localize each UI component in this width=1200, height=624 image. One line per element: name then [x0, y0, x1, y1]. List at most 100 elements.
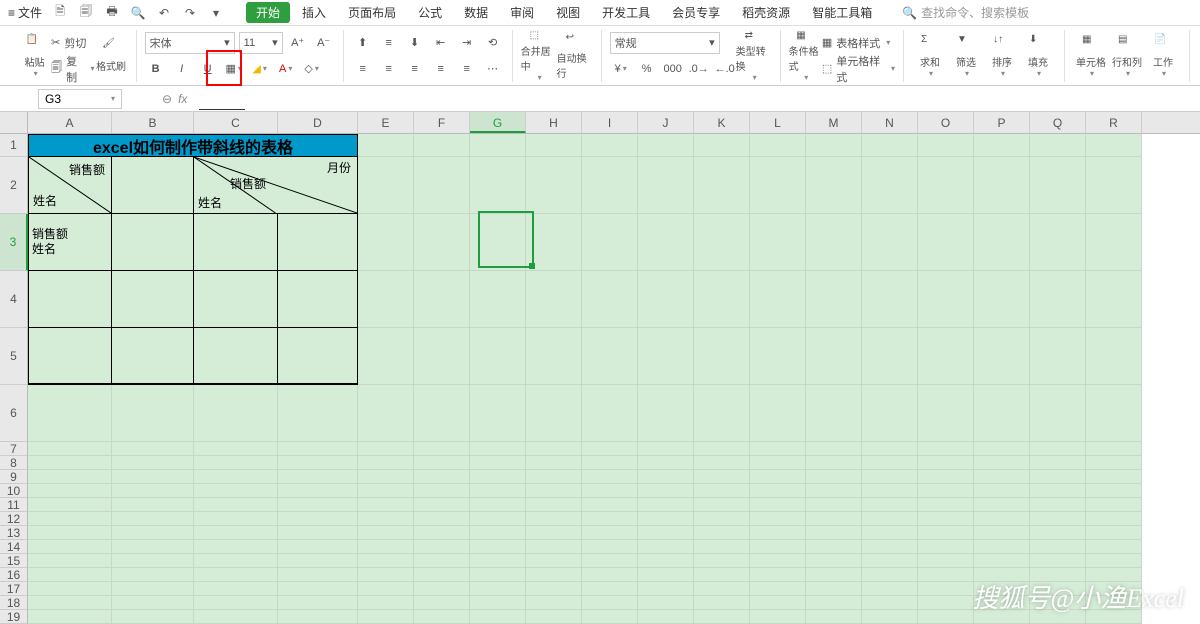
- cell-G11[interactable]: [470, 498, 526, 512]
- rowcol-button[interactable]: ▤行和列: [1109, 32, 1145, 80]
- align-more-icon[interactable]: ⋯: [482, 58, 504, 80]
- cell-J8[interactable]: [638, 456, 694, 470]
- cell-K1[interactable]: [694, 134, 750, 157]
- cell-G17[interactable]: [470, 582, 526, 596]
- cell-E5[interactable]: [358, 328, 414, 385]
- cell-A15[interactable]: [28, 554, 112, 568]
- row-header-8[interactable]: 8: [0, 456, 28, 470]
- cell-R12[interactable]: [1086, 512, 1142, 526]
- cell-C18[interactable]: [194, 596, 278, 610]
- cell-K17[interactable]: [694, 582, 750, 596]
- cell-J18[interactable]: [638, 596, 694, 610]
- cell-P8[interactable]: [974, 456, 1030, 470]
- cell-F19[interactable]: [414, 610, 470, 624]
- fill-button[interactable]: ⬇填充: [1020, 32, 1056, 80]
- cell-P1[interactable]: [974, 134, 1030, 157]
- cell-H6[interactable]: [526, 385, 582, 442]
- cell-H4[interactable]: [526, 271, 582, 328]
- cell-N9[interactable]: [862, 470, 918, 484]
- cell-P9[interactable]: [974, 470, 1030, 484]
- tab-insert[interactable]: 插入: [292, 2, 336, 23]
- cell-B11[interactable]: [112, 498, 194, 512]
- comma-icon[interactable]: 000: [662, 58, 684, 80]
- cell-A11[interactable]: [28, 498, 112, 512]
- col-header-G[interactable]: G: [470, 112, 526, 133]
- row-header-9[interactable]: 9: [0, 470, 28, 484]
- cell-G14[interactable]: [470, 540, 526, 554]
- cell-F3[interactable]: [414, 214, 470, 271]
- cell-K11[interactable]: [694, 498, 750, 512]
- file-menu[interactable]: ≡文件: [8, 4, 42, 21]
- cell-J10[interactable]: [638, 484, 694, 498]
- cell-K16[interactable]: [694, 568, 750, 582]
- cell-B17[interactable]: [112, 582, 194, 596]
- cell-M17[interactable]: [806, 582, 862, 596]
- cell-Q15[interactable]: [1030, 554, 1086, 568]
- dec-decimal-icon[interactable]: ←.0: [714, 58, 736, 80]
- cell-L17[interactable]: [750, 582, 806, 596]
- cell-C16[interactable]: [194, 568, 278, 582]
- cell-Q4[interactable]: [1030, 271, 1086, 328]
- indent-dec-icon[interactable]: ⇤: [430, 32, 452, 54]
- cell-C7[interactable]: [194, 442, 278, 456]
- cell-K2[interactable]: [694, 157, 750, 214]
- cell-K8[interactable]: [694, 456, 750, 470]
- cell-E1[interactable]: [358, 134, 414, 157]
- cell-E2[interactable]: [358, 157, 414, 214]
- sum-button[interactable]: Σ求和: [912, 32, 948, 80]
- cell-I6[interactable]: [582, 385, 638, 442]
- cell-G13[interactable]: [470, 526, 526, 540]
- cell-C11[interactable]: [194, 498, 278, 512]
- cell-H3[interactable]: [526, 214, 582, 271]
- cell-I2[interactable]: [582, 157, 638, 214]
- cell-N2[interactable]: [862, 157, 918, 214]
- orient-icon[interactable]: ⟲: [482, 32, 504, 54]
- cell-E11[interactable]: [358, 498, 414, 512]
- cell-E17[interactable]: [358, 582, 414, 596]
- cell-F12[interactable]: [414, 512, 470, 526]
- cell-I18[interactable]: [582, 596, 638, 610]
- cell-K3[interactable]: [694, 214, 750, 271]
- cell-C6[interactable]: [194, 385, 278, 442]
- cell-F8[interactable]: [414, 456, 470, 470]
- cell-I13[interactable]: [582, 526, 638, 540]
- cell-H1[interactable]: [526, 134, 582, 157]
- col-header-A[interactable]: A: [28, 112, 112, 133]
- cell-R13[interactable]: [1086, 526, 1142, 540]
- cell-G8[interactable]: [470, 456, 526, 470]
- cell-N11[interactable]: [862, 498, 918, 512]
- cell-I9[interactable]: [582, 470, 638, 484]
- cell-N12[interactable]: [862, 512, 918, 526]
- cell-E10[interactable]: [358, 484, 414, 498]
- cell-O8[interactable]: [918, 456, 974, 470]
- cell-E12[interactable]: [358, 512, 414, 526]
- cell-H18[interactable]: [526, 596, 582, 610]
- cell-N17[interactable]: [862, 582, 918, 596]
- cell-G18[interactable]: [470, 596, 526, 610]
- cell-L4[interactable]: [750, 271, 806, 328]
- cell-F11[interactable]: [414, 498, 470, 512]
- cell-M3[interactable]: [806, 214, 862, 271]
- cell-L3[interactable]: [750, 214, 806, 271]
- cell-H2[interactable]: [526, 157, 582, 214]
- cell-B4[interactable]: [112, 271, 194, 328]
- cell-A9[interactable]: [28, 470, 112, 484]
- cell-Q5[interactable]: [1030, 328, 1086, 385]
- cell-I12[interactable]: [582, 512, 638, 526]
- cell-F1[interactable]: [414, 134, 470, 157]
- cell-I8[interactable]: [582, 456, 638, 470]
- cell-L16[interactable]: [750, 568, 806, 582]
- cell-P2[interactable]: [974, 157, 1030, 214]
- cell-I16[interactable]: [582, 568, 638, 582]
- row-header-5[interactable]: 5: [0, 328, 28, 385]
- tab-view[interactable]: 视图: [546, 2, 590, 23]
- align-bottom-icon[interactable]: ⬇: [404, 32, 426, 54]
- cell-F6[interactable]: [414, 385, 470, 442]
- cell-G7[interactable]: [470, 442, 526, 456]
- row-header-19[interactable]: 19: [0, 610, 28, 624]
- cell-K4[interactable]: [694, 271, 750, 328]
- cell-F9[interactable]: [414, 470, 470, 484]
- select-all-corner[interactable]: [0, 112, 28, 133]
- align-left-icon[interactable]: ≡: [352, 58, 374, 80]
- tab-data[interactable]: 数据: [454, 2, 498, 23]
